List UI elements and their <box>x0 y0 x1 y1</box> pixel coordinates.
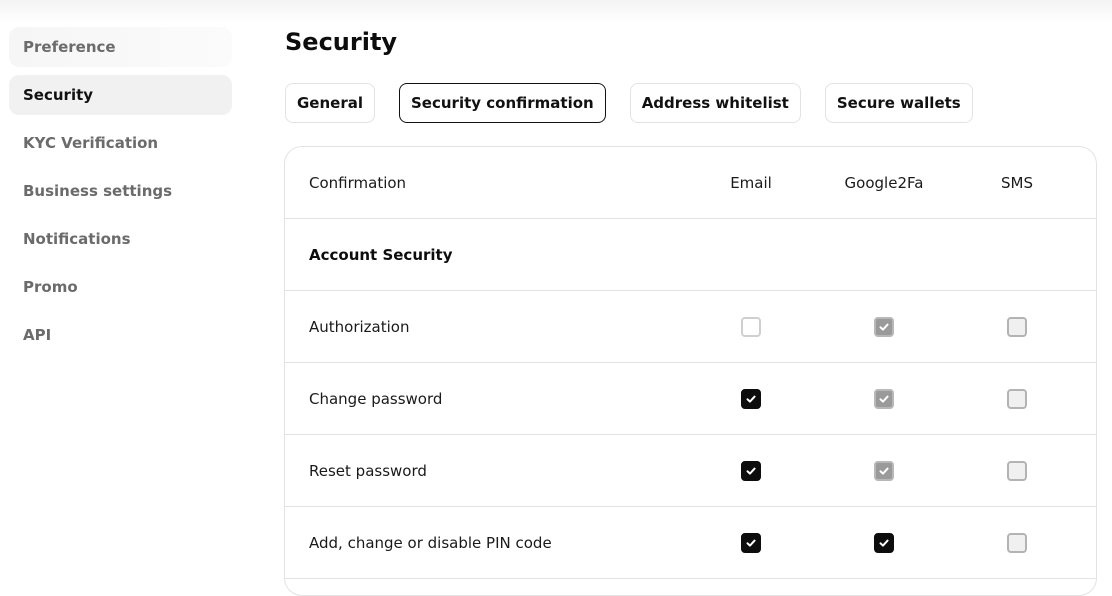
google2fa-checkbox <box>874 389 894 409</box>
section-title: Account Security <box>309 246 453 264</box>
email-checkbox[interactable] <box>741 389 761 409</box>
google2fa-checkbox[interactable] <box>874 533 894 553</box>
sidebar-item-label: KYC Verification <box>23 134 159 152</box>
row-label: Authorization <box>309 318 410 336</box>
sidebar-item-preference[interactable]: Preference <box>9 27 232 67</box>
table-row: Change password <box>285 363 1096 435</box>
security-tabs: General Security confirmation Address wh… <box>285 83 997 123</box>
sidebar-item-label: API <box>23 326 52 344</box>
row-label: Add, change or disable PIN code <box>309 534 552 552</box>
sidebar-item-security[interactable]: Security <box>9 75 232 115</box>
tab-general[interactable]: General <box>285 83 375 123</box>
checkmark-icon <box>746 539 756 547</box>
sms-checkbox <box>1007 317 1027 337</box>
google2fa-checkbox <box>874 461 894 481</box>
google2fa-cell <box>824 435 944 507</box>
table-row: Reset password <box>285 435 1096 507</box>
header-confirmation: Confirmation <box>309 174 407 192</box>
sms-cell <box>957 363 1077 435</box>
sidebar-item-label: Security <box>23 86 94 104</box>
header-email: Email <box>730 174 772 192</box>
checkmark-icon <box>746 467 756 475</box>
google2fa-cell <box>824 507 944 579</box>
sidebar-item-label: Promo <box>23 278 78 296</box>
table-row: Add, change or disable PIN code <box>285 507 1096 579</box>
google2fa-cell <box>824 363 944 435</box>
sidebar-item-kyc-verification[interactable]: KYC Verification <box>9 123 232 163</box>
email-cell <box>691 507 811 579</box>
sms-checkbox <box>1007 461 1027 481</box>
checkmark-icon <box>746 395 756 403</box>
tab-address-whitelist[interactable]: Address whitelist <box>629 83 801 123</box>
section-row: Account Security <box>285 219 1096 291</box>
sidebar-item-label: Business settings <box>23 182 173 200</box>
header-google2fa: Google2Fa <box>844 174 924 192</box>
google2fa-checkbox <box>874 317 894 337</box>
checkmark-icon <box>879 395 889 403</box>
sidebar-item-promo[interactable]: Promo <box>9 267 232 307</box>
email-checkbox[interactable] <box>741 533 761 553</box>
top-shadow <box>0 0 1112 22</box>
sidebar-item-label: Preference <box>23 38 116 56</box>
checkmark-icon <box>879 467 889 475</box>
row-label: Reset password <box>309 462 427 480</box>
sms-cell <box>957 507 1077 579</box>
checkmark-icon <box>879 539 889 547</box>
email-cell <box>691 291 811 363</box>
table-header-row: Confirmation Email Google2Fa SMS <box>285 147 1096 219</box>
sidebar-item-label: Notifications <box>23 230 131 248</box>
sms-checkbox <box>1007 533 1027 553</box>
table-row: Authorization <box>285 291 1096 363</box>
email-cell <box>691 435 811 507</box>
checkmark-icon <box>879 323 889 331</box>
sms-cell <box>957 435 1077 507</box>
row-label: Change password <box>309 390 443 408</box>
tab-secure-wallets[interactable]: Secure wallets <box>824 83 973 123</box>
email-checkbox[interactable] <box>741 461 761 481</box>
google2fa-cell <box>824 291 944 363</box>
tab-security-confirmation[interactable]: Security confirmation <box>399 83 606 123</box>
email-checkbox[interactable] <box>741 317 761 337</box>
confirmation-table: Confirmation Email Google2Fa SMS Account… <box>284 146 1097 596</box>
header-sms: SMS <box>1001 174 1033 192</box>
page-title: Security <box>285 28 398 56</box>
sidebar-item-notifications[interactable]: Notifications <box>9 219 232 259</box>
sidebar-item-business-settings[interactable]: Business settings <box>9 171 232 211</box>
sms-checkbox <box>1007 389 1027 409</box>
sms-cell <box>957 291 1077 363</box>
settings-sidebar: Preference Security KYC Verification Bus… <box>9 27 232 363</box>
sidebar-item-api[interactable]: API <box>9 315 232 355</box>
email-cell <box>691 363 811 435</box>
